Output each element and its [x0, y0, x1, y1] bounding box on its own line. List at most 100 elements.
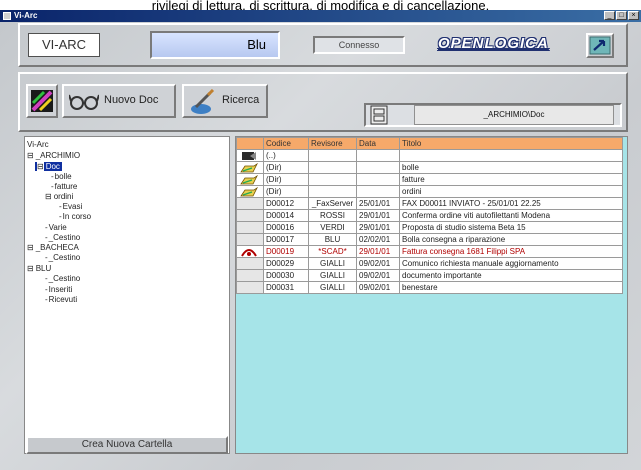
tree-expander-icon[interactable]: ⊟ [37, 162, 44, 171]
tree-item[interactable]: -_Cestino [45, 253, 80, 262]
tree-item-label: Inseriti [48, 285, 73, 294]
tree-branch-icon: - [59, 202, 62, 211]
cell-revisore: _FaxServer [308, 197, 357, 210]
cell-codice: D00012 [263, 197, 309, 210]
window-titlebar: Vi-Arc _ □ × [0, 10, 641, 22]
tree-item-label: _Cestino [48, 233, 81, 242]
folder-tree-panel: Vi-Arc ⊟ _ARCHIMIO ⊟ Doc -bolle -fatture ⊟ ordi… [24, 136, 230, 454]
cell-titolo: FAX D00011 INVIATO - 25/01/01 22.25 [399, 197, 623, 210]
cell-codice: D00014 [263, 209, 309, 222]
tree-item[interactable]: -In corso [59, 212, 91, 221]
search-label: Ricerca [222, 94, 260, 106]
tree-item-label: BLU [35, 264, 52, 273]
table-row[interactable]: D00030 GIALLI 09/02/01 documento importante [236, 269, 623, 282]
exit-arrow-icon [588, 36, 612, 60]
col-codice-header[interactable]: Codice [263, 137, 309, 150]
cell-data: 29/01/01 [356, 209, 400, 222]
cell-data: 25/01/01 [356, 197, 400, 210]
folder-icon [240, 187, 259, 197]
table-row[interactable]: (..) [236, 149, 623, 162]
cell-titolo: Comunico richiesta manuale aggiornamento [399, 257, 623, 270]
tree-expander-icon[interactable]: ⊟ [27, 264, 34, 273]
cell-data: 02/02/01 [356, 233, 400, 246]
tree-item[interactable]: -Inseriti [45, 285, 72, 294]
cell-titolo: documento importante [399, 269, 623, 282]
tree-item[interactable]: ⊟ ordini [45, 192, 73, 201]
tree-item-label: _BACHECA [35, 243, 79, 252]
table-row[interactable]: D00014 ROSSI 29/01/01 Conferma ordine viti … [236, 209, 623, 222]
exit-button[interactable] [586, 33, 614, 58]
row-icon-cell [236, 257, 264, 270]
search-button[interactable]: Ricerca [182, 84, 268, 118]
table-row[interactable]: (Dir) ordini [236, 185, 623, 198]
cell-titolo: Bolla consegna a riparazione [399, 233, 623, 246]
minimize-button[interactable]: _ [604, 11, 615, 20]
tree-item-label: Evasi [62, 202, 83, 211]
tree-item[interactable]: ⊟ _BACHECA [27, 243, 79, 252]
cell-codice: D00019 [263, 245, 309, 258]
cell-titolo: fatture [399, 173, 623, 186]
tree-expander-icon[interactable]: ⊟ [45, 192, 52, 201]
table-row[interactable]: D00016 VERDI 29/01/01 Proposta di studio si… [236, 221, 623, 234]
col-titolo-header[interactable]: Titolo [399, 137, 623, 150]
tree-expander-icon[interactable]: ⊟ [27, 151, 34, 160]
new-doc-button[interactable]: Nuovo Doc [62, 84, 176, 118]
row-icon-cell [236, 269, 264, 282]
table-row[interactable]: D00019 *SCAD* 29/01/01 Fattura consegna 168… [236, 245, 623, 258]
tree-expander-icon[interactable]: ⊟ [27, 243, 34, 252]
new-folder-button[interactable]: Crea Nuova Cartella [26, 436, 228, 454]
tree-branch-icon: - [45, 233, 48, 242]
table-row[interactable]: D00012 _FaxServer 25/01/01 FAX D00011 INVIA… [236, 197, 623, 210]
view-button[interactable] [26, 84, 58, 118]
table-row[interactable]: D00017 BLU 02/02/01 Bolla consegna a ripara… [236, 233, 623, 246]
document-grid: Codice Revisore Data Titolo (..) (Dir) bol… [235, 136, 628, 454]
tree-item-label: fatture [54, 182, 78, 191]
tree-item-label: _ARCHIMIO [35, 151, 81, 160]
cell-revisore [308, 161, 357, 174]
cell-data: 09/02/01 [356, 281, 400, 294]
expired-icon [240, 247, 257, 257]
cell-data: 09/02/01 [356, 269, 400, 282]
tree-item[interactable]: -Ricevuti [45, 295, 77, 304]
brush-icon [188, 88, 216, 118]
tree-item[interactable]: ⊟ BLU [27, 264, 51, 273]
cabinet-icon [368, 104, 390, 126]
tree-item[interactable]: -_Cestino [45, 233, 80, 242]
cell-codice: (Dir) [263, 161, 309, 174]
tree-item[interactable]: -_Cestino [45, 274, 80, 283]
tree-item-label: _Cestino [48, 253, 81, 262]
row-icon-cell [236, 185, 264, 198]
window-title: Vi-Arc [14, 11, 38, 20]
tree-item[interactable]: -Evasi [59, 202, 82, 211]
tree-item-label: In corso [62, 212, 92, 221]
col-revisore-header[interactable]: Revisore [308, 137, 357, 150]
row-icon-cell [236, 161, 264, 174]
tree-item-label: bolle [54, 172, 72, 181]
user-label: Blu [150, 31, 280, 59]
tree-item[interactable]: ⊟ Doc [35, 162, 62, 171]
tree-item[interactable]: ⊟ _ARCHIMIO [27, 151, 80, 160]
cell-codice: (..) [263, 149, 309, 162]
table-row[interactable]: (Dir) bolle [236, 161, 623, 174]
tree-branch-icon: - [51, 172, 54, 181]
tree-root[interactable]: Vi-Arc [27, 140, 49, 149]
table-row[interactable]: (Dir) fatture [236, 173, 623, 186]
maximize-button[interactable]: □ [616, 11, 627, 20]
tree-item-label: Doc [45, 162, 60, 171]
table-row[interactable]: D00029 GIALLI 09/02/01 Comunico richiesta m… [236, 257, 623, 270]
cell-revisore: VERDI [308, 221, 357, 234]
table-row[interactable]: D00031 GIALLI 09/02/01 benestare [236, 281, 623, 294]
tree-item[interactable]: -bolle [51, 172, 72, 181]
tree-branch-icon: - [45, 253, 48, 262]
tree-item-label: _Cestino [48, 274, 81, 283]
close-button[interactable]: × [628, 11, 639, 20]
cell-codice: (Dir) [263, 173, 309, 186]
tree-item[interactable]: -fatture [51, 182, 77, 191]
tree-item[interactable]: -Varie [45, 223, 67, 232]
col-data-header[interactable]: Data [356, 137, 400, 150]
cell-codice: (Dir) [263, 185, 309, 198]
cell-revisore: GIALLI [308, 269, 357, 282]
tree-branch-icon: - [45, 295, 48, 304]
tree-branch-icon: - [51, 182, 54, 191]
row-icon-cell [236, 281, 264, 294]
